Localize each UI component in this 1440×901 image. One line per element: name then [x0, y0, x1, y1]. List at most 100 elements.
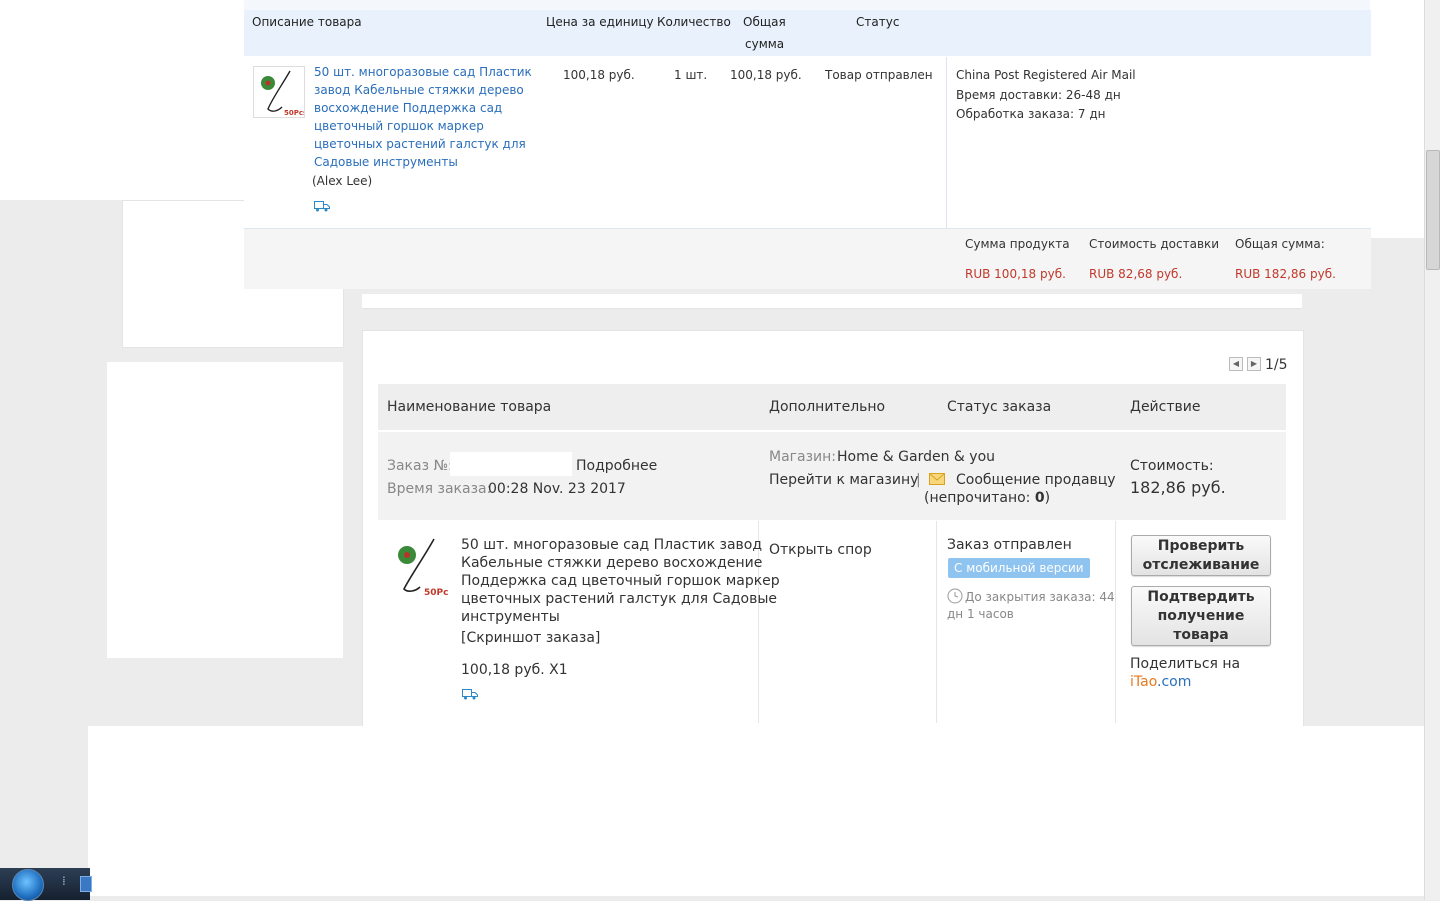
- popup-product-title[interactable]: 50 шт. многоразовые сад Пластик завод Ка…: [314, 63, 532, 171]
- unread-suffix: ): [1044, 490, 1051, 506]
- share-label[interactable]: Поделиться на: [1130, 655, 1240, 673]
- delivery-time: Время доставки: 26-48 дн: [956, 86, 1121, 104]
- popup-status: Товар отправлен: [825, 68, 933, 82]
- delivery-label: Время доставки:: [956, 88, 1063, 102]
- order-time-label: Время заказа:: [387, 481, 492, 497]
- header-total-line1: Общая: [743, 15, 786, 29]
- unread-prefix: (непрочитано:: [924, 490, 1035, 506]
- pager-prev-icon[interactable]: ◀: [1229, 357, 1243, 371]
- order-info-row: Заказ №: Подробнее Время заказа: 00:28 N…: [378, 432, 1286, 520]
- product-title[interactable]: 50 шт. многоразовые сад Пластик завод Ка…: [461, 536, 780, 626]
- unread-messages[interactable]: (непрочитано: 0): [924, 489, 1050, 507]
- scrollbar-thumb[interactable]: [1426, 150, 1440, 270]
- product-sum-value: RUB 100,18 руб.: [965, 267, 1066, 281]
- store-label: Магазин:: [769, 449, 837, 465]
- header-action: Действие: [1130, 399, 1201, 415]
- taskbar-app-icon[interactable]: [80, 876, 92, 892]
- button-label-line: Подтвердить: [1147, 589, 1255, 605]
- closing-time-line2: дн 1 часов: [947, 607, 1014, 621]
- thumbnail-badge: 50Pcs: [284, 109, 305, 117]
- product-title-line: 50 шт. многоразовые сад Пластик: [314, 65, 532, 79]
- product-title-line: инструменты: [461, 609, 560, 625]
- header-quantity: Количество: [657, 15, 731, 29]
- product-title-line: завод Кабельные стяжки дерево: [314, 83, 524, 97]
- item-status: Заказ отправлен: [947, 537, 1072, 553]
- pager-label: 1/5: [1265, 357, 1288, 373]
- message-seller-link[interactable]: Сообщение продавцу: [956, 471, 1116, 489]
- processing-label: Обработка заказа:: [956, 107, 1075, 121]
- column-separator: [936, 521, 937, 723]
- button-label-line: товара: [1173, 627, 1229, 643]
- clock-icon: [947, 588, 963, 604]
- shipping-method: China Post Registered Air Mail: [956, 68, 1136, 82]
- product-sum-label: Сумма продукта: [965, 237, 1070, 251]
- product-title-line: цветочных растений галстук для: [314, 137, 526, 151]
- closing-time-line1: До закрытия заказа: 44: [965, 590, 1115, 604]
- header-status: Статус: [856, 15, 900, 29]
- header-additional: Дополнительно: [769, 399, 886, 415]
- store-name: Home & Garden & you: [837, 449, 996, 465]
- delivery-value: 26-48 дн: [1065, 88, 1121, 102]
- product-title-line: восхождение Поддержка сад: [314, 101, 503, 115]
- total-sum-value: RUB 182,86 руб.: [1235, 267, 1336, 281]
- go-to-store-link[interactable]: Перейти к магазину: [769, 471, 918, 489]
- header-unit-price: Цена за единицу: [546, 15, 654, 29]
- product-title-line: 50 шт. многоразовые сад Пластик завод: [461, 537, 763, 553]
- itao-brand-com: .com: [1157, 674, 1192, 690]
- popup-summary: Сумма продукта RUB 100,18 руб. Стоимость…: [244, 229, 1371, 289]
- processing-time: Обработка заказа: 7 дн: [956, 105, 1106, 123]
- popup-unit-price: 100,18 руб.: [563, 68, 635, 82]
- order-screenshot-link[interactable]: [Скриншот заказа]: [461, 629, 600, 647]
- popup-table-header: Описание товара Цена за единицу Количест…: [244, 10, 1371, 57]
- shipping-cost-label: Стоимость доставки: [1089, 237, 1220, 251]
- processing-value: 7 дн: [1077, 107, 1106, 121]
- product-title-line: цветочных растений галстук для Садовые: [461, 591, 778, 607]
- column-separator: [1115, 521, 1116, 723]
- open-dispute-link[interactable]: Открыть спор: [769, 541, 872, 559]
- header-description: Описание товара: [252, 15, 362, 29]
- shipping-truck-icon: [462, 689, 478, 700]
- check-tracking-button[interactable]: Проверить отслеживание: [1131, 535, 1271, 576]
- product-title-line: Поддержка сад цветочный горшок маркер: [461, 573, 780, 589]
- order-time-value: 00:28 Nov. 23 2017: [488, 481, 626, 497]
- order-cost-label: Стоимость:: [1130, 458, 1214, 474]
- order-details-link[interactable]: Подробнее: [576, 457, 657, 475]
- product-title-line: Садовые инструменты: [314, 155, 458, 169]
- sidebar-panel-lower: [107, 362, 343, 658]
- product-title-line: Кабельные стяжки дерево восхождение: [461, 555, 763, 571]
- shipping-cost-value: RUB 82,68 руб.: [1089, 267, 1183, 281]
- envelope-icon: [929, 473, 945, 485]
- popup-shipping-truck-icon: [314, 201, 330, 212]
- popup-backdrop-left: [0, 0, 244, 200]
- popup-quantity: 1 шт.: [674, 68, 708, 82]
- vertical-scrollbar[interactable]: [1424, 0, 1440, 900]
- total-sum-label: Общая сумма:: [1235, 237, 1325, 251]
- pager-next-icon[interactable]: ▶: [1247, 357, 1261, 371]
- confirm-receipt-button[interactable]: Подтвердить получение товара: [1131, 586, 1271, 646]
- popup-column-divider: [946, 57, 947, 228]
- taskbar-grip-icon: ⁞: [62, 874, 66, 888]
- header-order-status: Статус заказа: [947, 399, 1052, 415]
- order-number-value: [450, 452, 572, 476]
- order-cost-value: 182,86 руб.: [1130, 478, 1226, 497]
- order-item-row: 50Pcs 50 шт. многоразовые сад Пластик за…: [378, 521, 1286, 723]
- share-itao-link[interactable]: iTao.com: [1130, 673, 1191, 691]
- overlay-blank-area: [88, 726, 1438, 896]
- start-button-icon[interactable]: [12, 869, 44, 901]
- popup-total: 100,18 руб.: [730, 68, 802, 82]
- mobile-version-badge: С мобильной версии: [948, 558, 1090, 578]
- orders-panel-top-edge: [362, 294, 1302, 309]
- button-label-line: отслеживание: [1142, 557, 1260, 573]
- orders-table-header: Наименование товара Дополнительно Статус…: [378, 384, 1286, 432]
- header-product-name: Наименование товара: [387, 399, 552, 415]
- product-title-line: цветочный горшок маркер: [314, 119, 484, 133]
- button-label-line: получение: [1157, 608, 1245, 624]
- thumbnail-badge: 50Pcs: [424, 588, 448, 598]
- product-thumbnail[interactable]: 50Pcs: [394, 537, 448, 599]
- button-label-line: Проверить: [1157, 538, 1245, 554]
- header-total-line2: сумма: [745, 37, 785, 51]
- popup-product-thumbnail[interactable]: 50Pcs: [253, 66, 305, 118]
- item-price-quantity: 100,18 руб. X1: [461, 662, 568, 678]
- popup-item-row: 50Pcs 50 шт. многоразовые сад Пластик за…: [244, 56, 1371, 229]
- link-separator: |: [916, 472, 921, 488]
